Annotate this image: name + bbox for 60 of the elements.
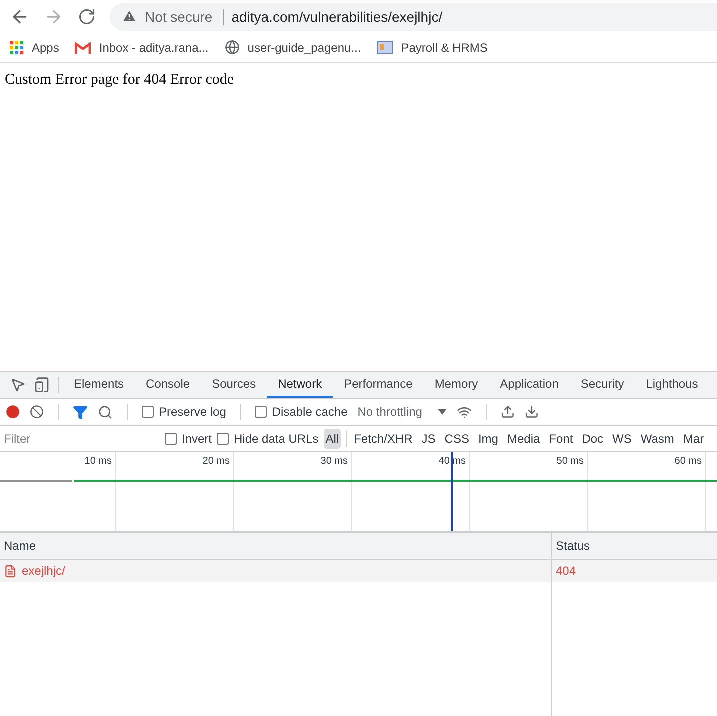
invert-checkbox[interactable]: Invert <box>165 432 212 446</box>
devtools-tab[interactable]: Console <box>135 372 202 398</box>
devtools-tab[interactable]: Memory <box>424 372 490 398</box>
type-filter[interactable]: CSS <box>442 428 472 448</box>
time-tick-label: 30 ms <box>320 456 348 467</box>
devtools-tab[interactable]: Performance <box>333 372 424 398</box>
time-tick-label: 60 ms <box>674 456 702 467</box>
column-header[interactable]: Status <box>552 533 717 560</box>
time-tick-label: 40 ms <box>438 456 466 467</box>
device-toolbar-icon[interactable] <box>34 377 50 393</box>
devtools-tab[interactable]: Lighthous <box>635 372 710 398</box>
devtools-tab[interactable]: Application <box>489 372 570 398</box>
throttling-dropdown[interactable]: No throttling <box>358 405 422 419</box>
apps-grid-icon <box>10 40 24 54</box>
address-bar[interactable]: Not secure aditya.com/vulnerabilities/exejlhjc/ <box>110 2 717 30</box>
time-tick-label: 10 ms <box>84 456 112 467</box>
disable-cache-checkbox[interactable]: Disable cache <box>255 405 348 419</box>
clear-icon[interactable] <box>30 405 44 419</box>
type-filter[interactable]: Fetch/XHR <box>352 428 415 448</box>
devtools-tab[interactable]: Security <box>570 372 636 398</box>
request-name[interactable]: exejlhjc/ <box>22 564 66 578</box>
devtools-tab[interactable]: Sources <box>201 372 268 398</box>
hide-data-urls-checkbox[interactable]: Hide data URLs <box>217 432 319 446</box>
preserve-log-checkbox[interactable]: Preserve log <box>142 405 226 419</box>
status-code: 404 <box>556 564 576 578</box>
type-filter[interactable]: WS <box>610 428 634 448</box>
type-filter[interactable]: Wasm <box>638 428 676 448</box>
time-tick-label: 50 ms <box>556 456 584 467</box>
reload-button[interactable] <box>78 8 96 26</box>
bookmark[interactable]: Inbox - aditya.rana... <box>75 40 209 54</box>
filter-icon[interactable] <box>73 404 88 420</box>
devtools-tab[interactable]: Network <box>267 372 334 398</box>
caret-icon <box>438 409 448 415</box>
bookmark[interactable]: Apps <box>10 40 60 54</box>
type-filter[interactable]: JS <box>420 428 438 448</box>
id-card-icon <box>377 41 394 54</box>
inspect-icon[interactable] <box>10 377 26 393</box>
upload-icon[interactable] <box>501 405 516 419</box>
globe-icon <box>224 40 240 55</box>
type-filter[interactable]: Img <box>476 428 500 448</box>
mail-icon <box>75 42 92 54</box>
bookmark[interactable]: Payroll & HRMS <box>377 40 488 54</box>
warning-icon <box>122 9 137 24</box>
url-text: aditya.com/vulnerabilities/exejlhjc/ <box>232 8 443 24</box>
record-icon[interactable] <box>6 405 20 419</box>
page-text: Custom Error page for 404 Error code <box>5 72 234 88</box>
document-icon <box>4 564 17 578</box>
wifi-settings-icon[interactable] <box>457 404 472 420</box>
devtools-tab[interactable]: Elements <box>63 372 136 398</box>
time-tick-label: 20 ms <box>202 456 230 467</box>
type-filter[interactable]: Doc <box>580 428 606 448</box>
type-filter[interactable]: Media <box>505 428 542 448</box>
type-filter[interactable]: Font <box>547 428 576 448</box>
security-label: Not secure <box>145 8 224 24</box>
download-icon[interactable] <box>525 405 540 419</box>
search-icon[interactable] <box>98 404 113 420</box>
bookmark[interactable]: user-guide_pagenu... <box>224 40 362 55</box>
type-filter[interactable]: All <box>324 428 342 448</box>
type-filter[interactable]: Mar <box>681 428 706 448</box>
column-header[interactable]: Name <box>0 533 552 560</box>
